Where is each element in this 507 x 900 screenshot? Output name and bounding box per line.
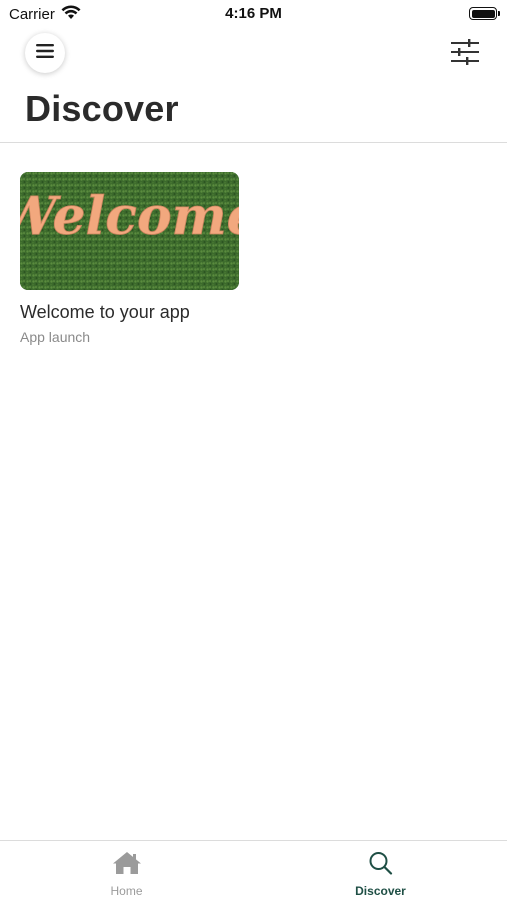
tab-bar: Home Discover — [0, 840, 507, 900]
battery-icon — [469, 7, 500, 20]
menu-button[interactable] — [25, 33, 65, 73]
search-icon — [368, 851, 394, 880]
header-divider — [0, 142, 507, 143]
tab-home[interactable]: Home — [0, 841, 253, 900]
tab-discover[interactable]: Discover — [254, 841, 507, 900]
tab-home-label: Home — [110, 884, 143, 898]
status-bar: Carrier 4:16 PM — [0, 0, 507, 28]
tab-discover-label: Discover — [355, 884, 406, 898]
filter-button[interactable] — [449, 38, 481, 70]
card-title: Welcome to your app — [20, 302, 190, 322]
card-image: Welcome — [20, 172, 239, 290]
hamburger-menu-icon — [36, 43, 54, 63]
card-image-text: Welcome — [20, 186, 239, 247]
card-subtitle: App launch — [20, 329, 91, 345]
sliders-filter-icon — [450, 38, 480, 70]
house-icon — [112, 851, 142, 880]
status-time: 4:16 PM — [225, 5, 282, 22]
discover-screen: Carrier 4:16 PM Discover elcom Welcome t… — [0, 0, 507, 900]
page-title: Discover — [25, 88, 179, 129]
content-card[interactable]: Welcome Welcome to your app App launch — [20, 172, 240, 345]
